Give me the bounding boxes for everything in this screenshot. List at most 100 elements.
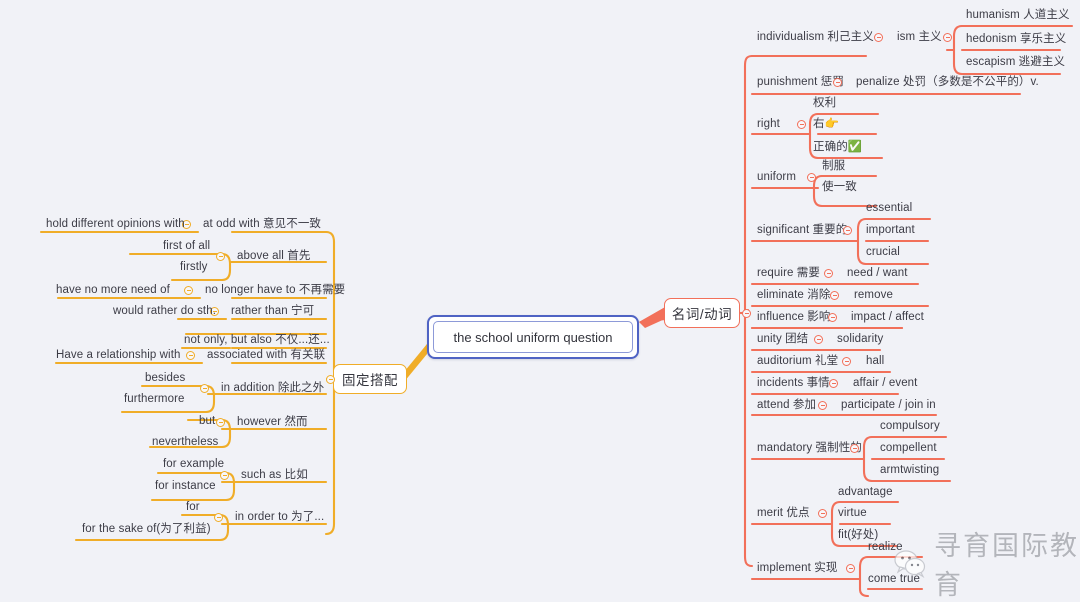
root-node-label: the school uniform question (433, 321, 633, 353)
collapse-toggle-merit[interactable] (818, 509, 827, 518)
collapse-toggle-such-as[interactable] (220, 471, 229, 480)
collapse-toggle-in-addition[interactable] (200, 384, 209, 393)
collapse-toggle-unity[interactable] (814, 335, 823, 344)
node-in-order-to[interactable]: in order to 为了... (235, 510, 324, 524)
node-first-of-all[interactable]: first of all (163, 239, 210, 253)
node-penalize[interactable]: penalize 处罚（多数是不公平的）v. (856, 75, 1039, 89)
node-eliminate[interactable]: eliminate 消除 (757, 288, 830, 302)
node-essential[interactable]: essential (866, 201, 912, 215)
node-punishment[interactable]: punishment 惩罚 (757, 75, 844, 89)
node-right-word[interactable]: right (757, 117, 780, 131)
branch-noun-verb[interactable]: 名词/动词 (664, 298, 740, 328)
node-merit[interactable]: merit 优点 (757, 506, 810, 520)
node-for[interactable]: for (186, 500, 200, 514)
node-mandatory[interactable]: mandatory 强制性的 (757, 441, 862, 455)
node-you[interactable]: 右👉 (813, 117, 839, 131)
node-above-all[interactable]: above all 首先 (237, 249, 310, 263)
trunk-right (639, 306, 667, 328)
node-zhengquede[interactable]: 正确的✅ (813, 140, 862, 154)
collapse-toggle-above-all[interactable] (216, 252, 225, 261)
node-realize[interactable]: realize (868, 540, 903, 554)
collapse-toggle-associated-with[interactable] (186, 351, 195, 360)
collapse-toggle-no-longer[interactable] (184, 286, 193, 295)
node-auditorium[interactable]: auditorium 礼堂 (757, 354, 838, 368)
node-individualism[interactable]: individualism 利己主义 (757, 30, 874, 44)
node-advantage[interactable]: advantage (838, 485, 893, 499)
collapse-toggle-right-word[interactable] (797, 120, 806, 129)
node-would-rather-do-sth[interactable]: would rather do sth. (113, 304, 216, 318)
node-have-a-relationship-with[interactable]: Have a relationship with (56, 348, 181, 362)
collapse-toggle-attend[interactable] (818, 401, 827, 410)
collapse-toggle-implement[interactable] (846, 564, 855, 573)
node-remove[interactable]: remove (854, 288, 893, 302)
node-compellent[interactable]: compellent (880, 441, 937, 455)
node-no-longer-have-to[interactable]: no longer have to 不再需要 (205, 283, 345, 297)
collapse-toggle-require[interactable] (824, 269, 833, 278)
collapse-toggle-ism[interactable] (943, 33, 952, 42)
node-influence[interactable]: influence 影响 (757, 310, 830, 324)
node-require[interactable]: require 需要 (757, 266, 820, 280)
node-have-no-more-need-of[interactable]: have no more need of (56, 283, 170, 297)
node-but[interactable]: but (199, 414, 215, 428)
node-humanism[interactable]: humanism 人道主义 (966, 8, 1070, 22)
node-in-addition[interactable]: in addition 除此之外 (221, 381, 324, 395)
node-hall[interactable]: hall (866, 354, 884, 368)
collapse-toggle-mandatory[interactable] (850, 444, 859, 453)
collapse-toggle-in-order-to[interactable] (214, 513, 223, 522)
node-besides[interactable]: besides (145, 371, 185, 385)
node-such-as[interactable]: such as 比如 (241, 468, 308, 482)
collapse-toggle-auditorium[interactable] (842, 357, 851, 366)
node-ism[interactable]: ism 主义 (897, 30, 942, 44)
collapse-toggle-however[interactable] (216, 418, 225, 427)
node-compulsory[interactable]: compulsory (880, 419, 940, 433)
connector-lines (39, 24, 1074, 597)
node-firstly[interactable]: firstly (180, 260, 208, 274)
node-uniform[interactable]: uniform (757, 170, 796, 184)
node-virtue[interactable]: virtue (838, 506, 867, 520)
collapse-toggle-left-branch[interactable] (326, 375, 335, 384)
node-nevertheless[interactable]: nevertheless (152, 435, 218, 449)
trunk-left (404, 344, 427, 382)
node-not-only-but-also[interactable]: not only, but also 不仅...还... (184, 333, 330, 347)
collapse-toggle-uniform[interactable] (807, 173, 816, 182)
node-crucial[interactable]: crucial (866, 245, 900, 259)
node-hold-different-opinions[interactable]: hold different opinions with (46, 217, 185, 231)
branch-fixed-collocation[interactable]: 固定搭配 (333, 364, 407, 394)
collapse-toggle-individualism[interactable] (874, 33, 883, 42)
node-for-the-sake-of[interactable]: for the sake of(为了利益) (82, 522, 211, 536)
node-attend[interactable]: attend 参加 (757, 398, 816, 412)
collapse-toggle-right-branch[interactable] (742, 309, 751, 318)
node-for-instance[interactable]: for instance (155, 479, 216, 493)
collapse-toggle-influence[interactable] (828, 313, 837, 322)
node-significant[interactable]: significant 重要的 (757, 223, 847, 237)
node-armtwisting[interactable]: armtwisting (880, 463, 939, 477)
node-quanli[interactable]: 权利 (813, 96, 836, 110)
watermark: 寻育国际教育 (893, 524, 1080, 602)
mindmap-canvas: the school uniform question 名词/动词 固定搭配 i… (0, 0, 1080, 601)
node-zhifu[interactable]: 制服 (822, 159, 845, 173)
node-solidarity[interactable]: solidarity (837, 332, 883, 346)
collapse-toggle-incidents[interactable] (829, 379, 838, 388)
node-however[interactable]: however 然而 (237, 415, 308, 429)
node-affair-event[interactable]: affair / event (853, 376, 917, 390)
node-escapism[interactable]: escapism 逃避主义 (966, 55, 1065, 69)
node-incidents[interactable]: incidents 事情 (757, 376, 830, 390)
node-hedonism[interactable]: hedonism 享乐主义 (966, 32, 1066, 46)
node-important[interactable]: important (866, 223, 915, 237)
node-participate[interactable]: participate / join in (841, 398, 936, 412)
node-furthermore[interactable]: furthermore (124, 392, 185, 406)
node-implement[interactable]: implement 实现 (757, 561, 837, 575)
collapse-toggle-significant[interactable] (843, 226, 852, 235)
node-shiyizhi[interactable]: 使一致 (822, 180, 857, 194)
node-need-want[interactable]: need / want (847, 266, 908, 280)
node-unity[interactable]: unity 团结 (757, 332, 808, 346)
node-rather-than[interactable]: rather than 宁可 (231, 304, 314, 318)
root-node[interactable]: the school uniform question (427, 315, 639, 359)
collapse-toggle-punishment[interactable] (833, 78, 842, 87)
node-associated-with[interactable]: associated with 有关联 (207, 348, 325, 362)
node-for-example[interactable]: for example (163, 457, 224, 471)
node-impact-affect[interactable]: impact / affect (851, 310, 924, 324)
node-at-odd-with[interactable]: at odd with 意见不一致 (203, 217, 321, 231)
node-come-true[interactable]: come true (868, 572, 920, 586)
collapse-toggle-eliminate[interactable] (830, 291, 839, 300)
